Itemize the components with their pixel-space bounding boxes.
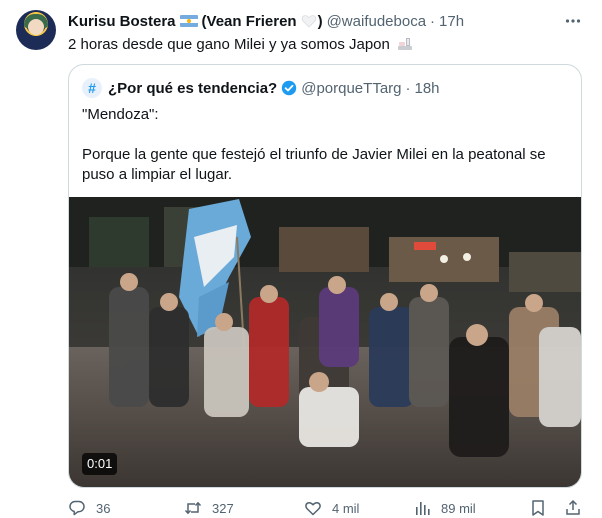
tweet-header: Kurisu Bostera (Vean Frieren ) @waifudeb… [68, 11, 464, 31]
reply-icon [69, 500, 85, 516]
reply-button[interactable]: 36 [68, 498, 110, 518]
quoted-tweet[interactable]: # ¿Por qué es tendencia? @porqueTTarg · … [68, 64, 582, 488]
quote-author-name[interactable]: ¿Por qué es tendencia? [108, 80, 277, 97]
share-icon [566, 499, 580, 515]
retweet-button[interactable]: 327 [184, 498, 234, 518]
views-icon [416, 502, 430, 515]
heart-icon [305, 501, 321, 516]
video-duration: 0:01 [82, 453, 118, 475]
author-avatar[interactable] [16, 10, 56, 50]
tweet-text-content: 2 horas desde que gano Milei y ya somos … [68, 36, 390, 53]
action-bar: 36 327 4 mil 89 mil [68, 498, 588, 518]
quote-avatar[interactable]: # [82, 78, 102, 98]
bookmark-button[interactable] [529, 498, 547, 518]
reply-count: 36 [96, 500, 111, 516]
japan-emoji-icon [397, 37, 413, 51]
author-handle[interactable]: @waifudeboca [327, 13, 426, 30]
author-name-close: ) [317, 12, 323, 30]
video-player[interactable]: 0:01 [69, 197, 581, 487]
retweet-icon [184, 501, 202, 515]
verified-badge-icon [282, 80, 297, 96]
author-name-extra[interactable]: (Vean Frieren [202, 13, 297, 30]
like-count: 4 mil [332, 500, 360, 516]
views-button[interactable]: 89 mil [413, 498, 476, 518]
quote-text-line-1: "Mendoza": [82, 106, 159, 123]
quote-time[interactable]: 18h [415, 80, 440, 97]
views-count: 89 mil [441, 500, 476, 516]
argentina-flag-icon [179, 15, 198, 27]
like-button[interactable]: 4 mil [304, 498, 359, 518]
quote-separator-dot: · [405, 79, 411, 97]
separator-dot: · [430, 12, 436, 30]
more-options-icon[interactable] [563, 12, 583, 30]
quote-text-line-2: Porque la gente que festejó el triunfo d… [82, 146, 546, 183]
quote-text: "Mendoza": Porque la gente que festejó e… [82, 105, 570, 185]
quote-header: # ¿Por qué es tendencia? @porqueTTarg · … [82, 78, 440, 98]
share-button[interactable] [564, 498, 582, 518]
tweet-text: 2 horas desde que gano Milei y ya somos … [68, 35, 413, 55]
retweet-count: 327 [212, 500, 234, 516]
tweet-time[interactable]: 17h [439, 13, 464, 30]
quote-handle[interactable]: @porqueTTarg [301, 80, 401, 97]
author-name[interactable]: Kurisu Bostera [68, 13, 176, 30]
avatar-face [28, 19, 44, 35]
tweet[interactable]: Kurisu Bostera (Vean Frieren ) @waifudeb… [0, 0, 602, 518]
white-heart-icon [301, 15, 316, 28]
video-frame [69, 197, 581, 487]
bookmark-icon [532, 500, 544, 516]
